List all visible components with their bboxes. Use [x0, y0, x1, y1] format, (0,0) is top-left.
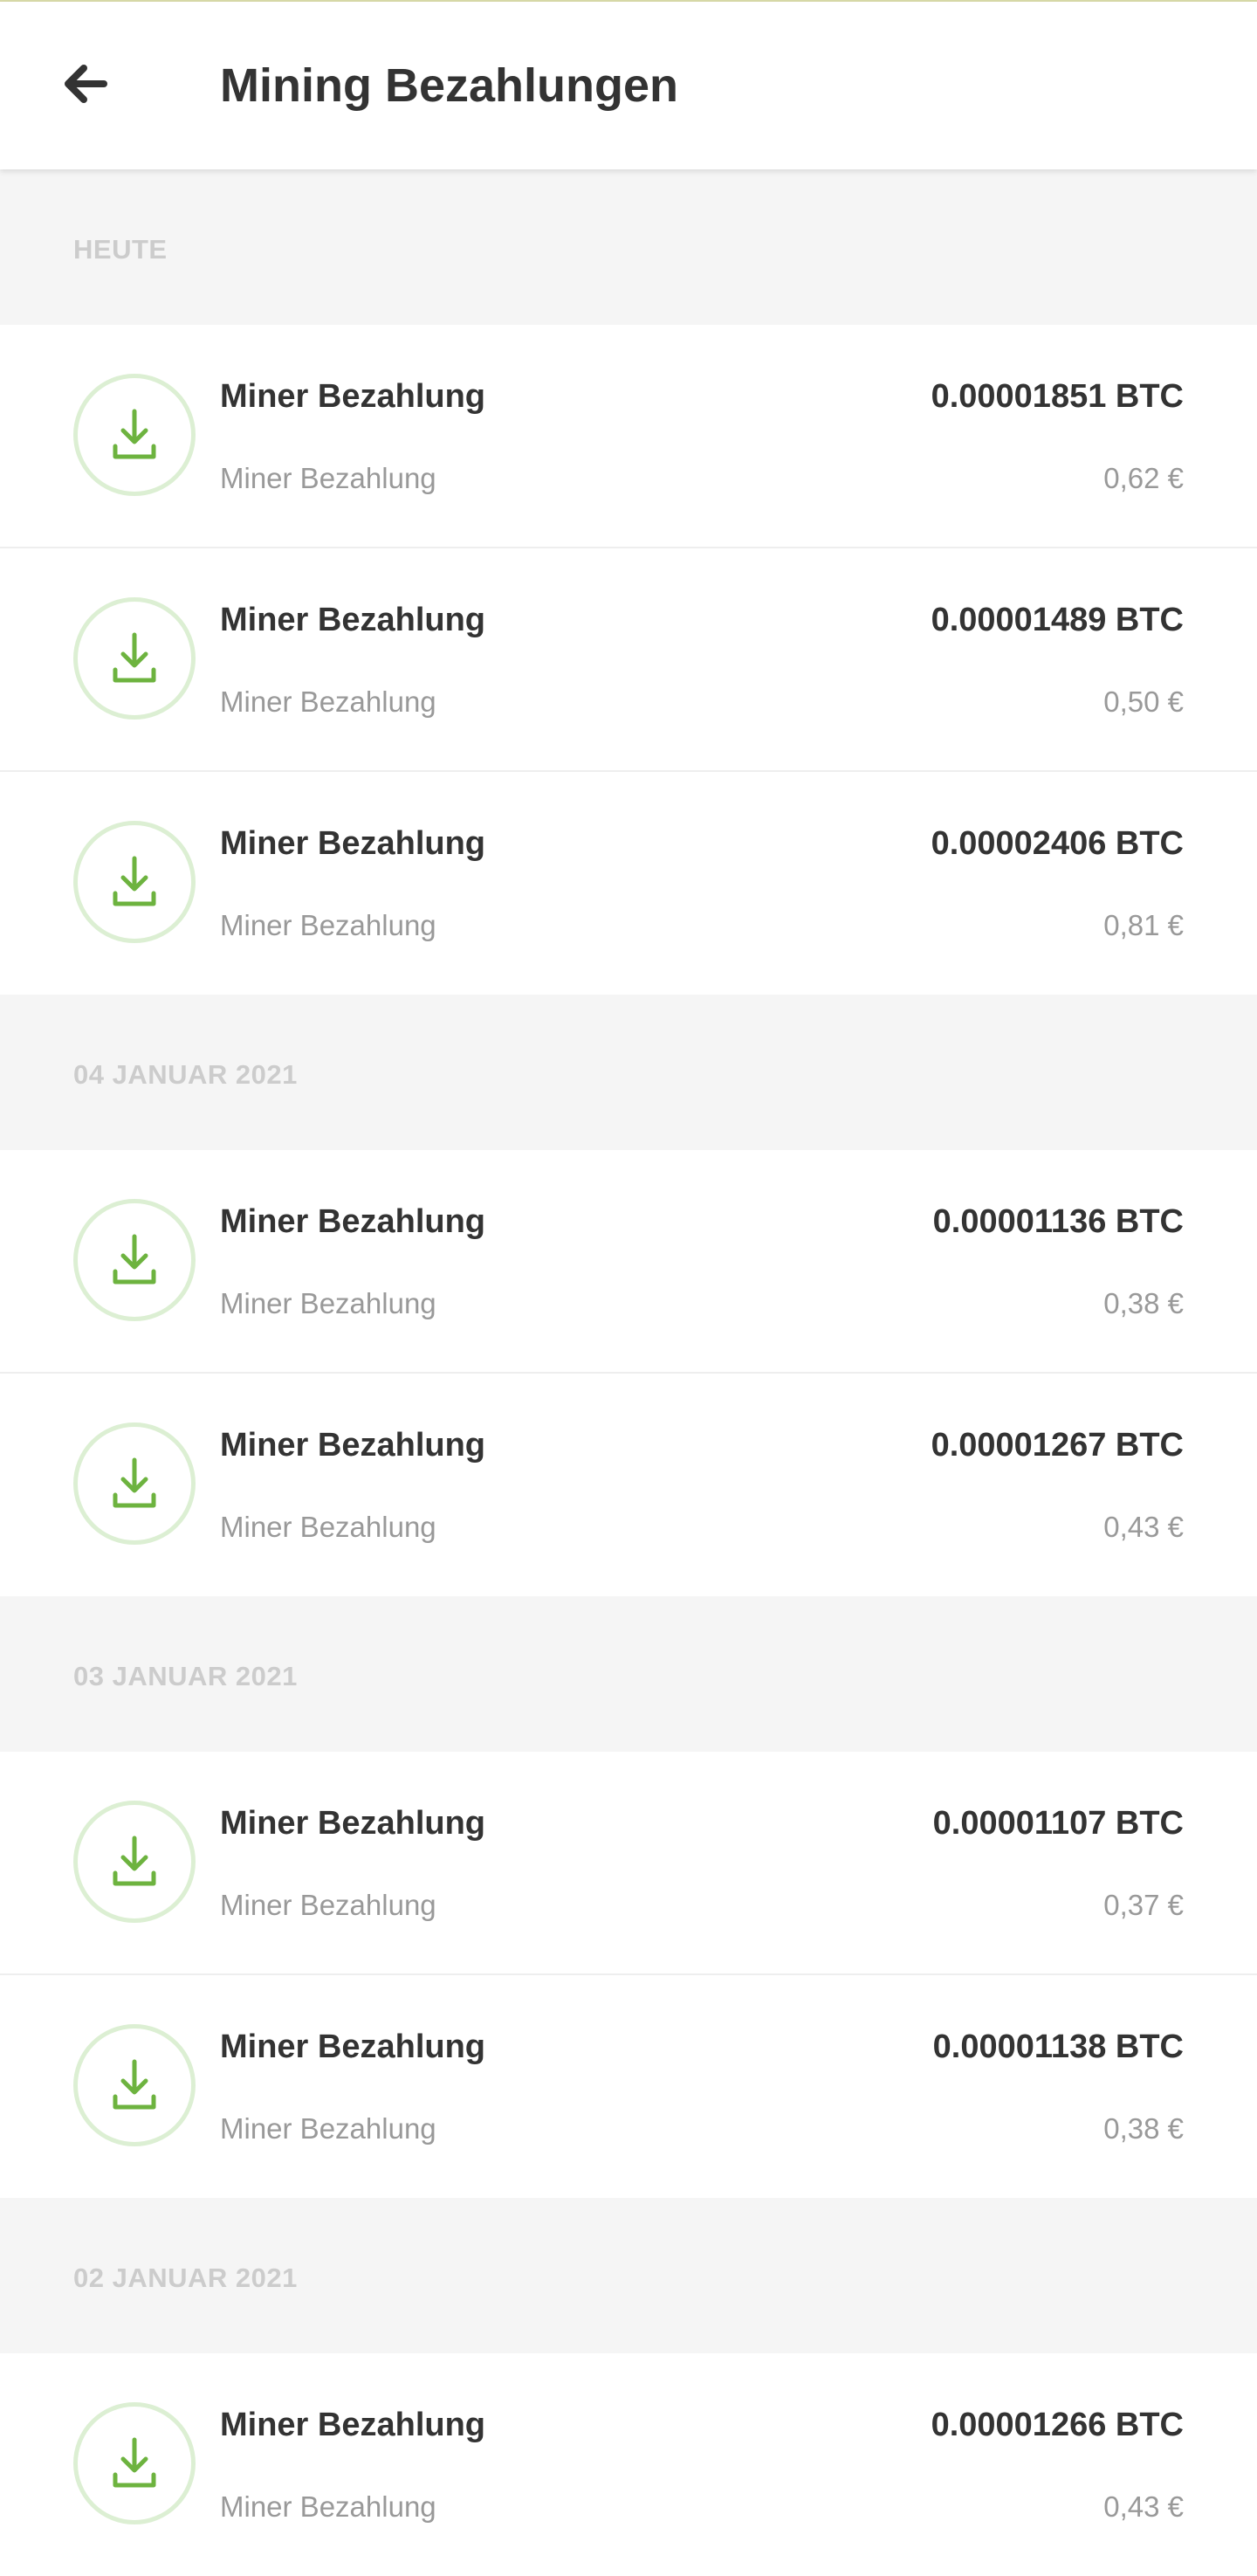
- download-icon: [113, 409, 156, 459]
- payment-title: Miner Bezahlung: [220, 1427, 486, 1464]
- payments-list: HEUTE Miner Bezahlung Miner Bezahlung 0.…: [0, 169, 1257, 2576]
- download-icon-circle: [73, 374, 196, 496]
- payment-row[interactable]: Miner Bezahlung Miner Bezahlung 0.000014…: [0, 548, 1257, 772]
- payment-title: Miner Bezahlung: [220, 1805, 486, 1842]
- payment-eur-amount: 0,37 €: [1103, 1889, 1184, 1921]
- payment-btc-amount: 0.00001136 BTC: [932, 1203, 1184, 1240]
- download-icon: [113, 856, 156, 906]
- payment-btc-amount: 0.00001489 BTC: [931, 602, 1184, 638]
- payment-btc-amount: 0.00001107 BTC: [932, 1805, 1184, 1842]
- payment-btc-amount: 0.00001851 BTC: [931, 378, 1184, 415]
- download-icon: [113, 1234, 156, 1285]
- payment-eur-amount: 0,81 €: [1103, 909, 1184, 941]
- download-icon-circle: [73, 2024, 196, 2146]
- download-icon: [113, 1457, 156, 1508]
- download-icon-circle: [73, 1801, 196, 1923]
- payment-title: Miner Bezahlung: [220, 1203, 486, 1240]
- payment-subtitle: Miner Bezahlung: [220, 2490, 436, 2523]
- payment-btc-amount: 0.00002406 BTC: [931, 825, 1184, 862]
- payment-row[interactable]: Miner Bezahlung Miner Bezahlung 0.000012…: [0, 2353, 1257, 2576]
- payment-eur-amount: 0,38 €: [1103, 2112, 1184, 2145]
- section-date-label: 02 JANUAR 2021: [73, 2263, 298, 2293]
- payment-title: Miner Bezahlung: [220, 2028, 486, 2065]
- payment-btc-amount: 0.00001138 BTC: [932, 2028, 1184, 2065]
- payment-title: Miner Bezahlung: [220, 2407, 486, 2443]
- download-icon-circle: [73, 2402, 196, 2524]
- payment-eur-amount: 0,43 €: [1103, 2490, 1184, 2523]
- payment-eur-amount: 0,62 €: [1103, 462, 1184, 494]
- section-header-04-januar-2021: 04 JANUAR 2021: [0, 995, 1257, 1150]
- download-icon: [113, 2059, 156, 2110]
- payment-eur-amount: 0,43 €: [1103, 1511, 1184, 1543]
- payment-subtitle: Miner Bezahlung: [220, 2112, 436, 2145]
- arrow-left-icon: [65, 65, 107, 103]
- back-button[interactable]: [52, 51, 119, 117]
- payment-row[interactable]: Miner Bezahlung Miner Bezahlung 0.000011…: [0, 1752, 1257, 1975]
- section-header-heute: HEUTE: [0, 169, 1257, 325]
- payment-eur-amount: 0,38 €: [1103, 1287, 1184, 1319]
- download-icon-circle: [73, 1422, 196, 1545]
- payment-subtitle: Miner Bezahlung: [220, 1511, 436, 1543]
- download-icon-circle: [73, 821, 196, 943]
- payment-title: Miner Bezahlung: [220, 378, 486, 415]
- payment-title: Miner Bezahlung: [220, 602, 486, 638]
- payment-row[interactable]: Miner Bezahlung Miner Bezahlung 0.000012…: [0, 1374, 1257, 1596]
- page-title: Mining Bezahlungen: [220, 59, 678, 112]
- payment-subtitle: Miner Bezahlung: [220, 1287, 436, 1319]
- payment-btc-amount: 0.00001267 BTC: [931, 1427, 1184, 1464]
- download-icon-circle: [73, 597, 196, 720]
- payment-row[interactable]: Miner Bezahlung Miner Bezahlung 0.000011…: [0, 1975, 1257, 2198]
- download-icon: [113, 1836, 156, 1886]
- payment-eur-amount: 0,50 €: [1103, 685, 1184, 718]
- section-header-03-januar-2021: 03 JANUAR 2021: [0, 1596, 1257, 1752]
- payment-row[interactable]: Miner Bezahlung Miner Bezahlung 0.000018…: [0, 325, 1257, 548]
- payment-btc-amount: 0.00001266 BTC: [931, 2407, 1184, 2443]
- download-icon-circle: [73, 1199, 196, 1321]
- section-date-label: 04 JANUAR 2021: [73, 1059, 298, 1090]
- payment-subtitle: Miner Bezahlung: [220, 685, 436, 718]
- section-header-02-januar-2021: 02 JANUAR 2021: [0, 2198, 1257, 2353]
- download-icon: [113, 2437, 156, 2488]
- download-icon: [113, 632, 156, 683]
- section-date-label: HEUTE: [73, 234, 168, 265]
- payment-subtitle: Miner Bezahlung: [220, 909, 436, 941]
- payment-row[interactable]: Miner Bezahlung Miner Bezahlung 0.000024…: [0, 772, 1257, 995]
- payment-subtitle: Miner Bezahlung: [220, 1889, 436, 1921]
- section-date-label: 03 JANUAR 2021: [73, 1661, 298, 1691]
- app-bar: Mining Bezahlungen: [0, 2, 1257, 169]
- payment-row[interactable]: Miner Bezahlung Miner Bezahlung 0.000011…: [0, 1150, 1257, 1374]
- payment-title: Miner Bezahlung: [220, 825, 486, 862]
- payment-subtitle: Miner Bezahlung: [220, 462, 436, 494]
